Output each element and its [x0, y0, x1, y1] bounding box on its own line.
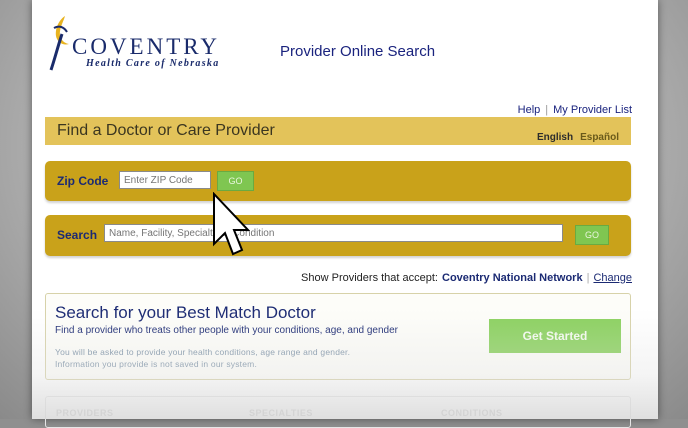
- browse-tabs: PROVIDERS SPECIALTIES CONDITIONS: [45, 396, 631, 428]
- divider: |: [545, 104, 549, 116]
- tab-conditions[interactable]: CONDITIONS: [441, 408, 503, 418]
- best-match-note-line: Information you provide is not saved in …: [55, 359, 258, 369]
- find-provider-header: Find a Doctor or Care Provider English Es…: [45, 117, 631, 145]
- page-container: COVENTRY Health Care of Nebraska Provide…: [32, 0, 658, 428]
- search-go-button[interactable]: GO: [575, 225, 609, 245]
- search-label: Search: [57, 228, 98, 242]
- zip-input[interactable]: [119, 171, 211, 189]
- network-prefix: Show Providers that accept:: [301, 272, 438, 284]
- help-link[interactable]: Help: [518, 104, 541, 116]
- brand-tagline: Health Care of Nebraska: [86, 58, 220, 69]
- best-match-panel: Search for your Best Match Doctor Find a…: [45, 293, 631, 380]
- mouse-pointer-icon: [213, 192, 250, 256]
- tab-specialties[interactable]: SPECIALTIES: [249, 408, 313, 418]
- zip-go-button[interactable]: GO: [217, 171, 254, 191]
- search-input[interactable]: [104, 224, 563, 242]
- divider: |: [586, 272, 590, 284]
- best-match-title: Search for your Best Match Doctor: [55, 303, 316, 322]
- network-filter: Show Providers that accept: Coventry Nati…: [301, 272, 632, 284]
- zip-search-bar: Zip Code GO: [45, 161, 631, 201]
- top-links: Help | My Provider List: [518, 104, 632, 116]
- tab-providers[interactable]: PROVIDERS: [56, 408, 114, 418]
- best-match-note: You will be asked to provide your health…: [55, 346, 350, 370]
- my-provider-list-link[interactable]: My Provider List: [553, 104, 632, 116]
- find-provider-title: Find a Doctor or Care Provider: [57, 122, 275, 139]
- best-match-description: Find a provider who treats other people …: [55, 325, 398, 336]
- coventry-logo-icon: [49, 16, 69, 71]
- get-started-button[interactable]: Get Started: [489, 319, 621, 353]
- language-english-link[interactable]: English: [537, 132, 573, 143]
- brand-name: COVENTRY: [72, 34, 220, 59]
- change-network-link[interactable]: Change: [593, 272, 632, 284]
- network-name: Coventry National Network: [442, 272, 583, 284]
- background: COVENTRY Health Care of Nebraska Provide…: [0, 0, 688, 428]
- page-title: Provider Online Search: [280, 43, 436, 60]
- keyword-search-bar: Search GO: [45, 215, 631, 256]
- zip-label: Zip Code: [57, 174, 109, 188]
- language-switcher: English Español: [537, 132, 619, 143]
- best-match-note-line: You will be asked to provide your health…: [55, 347, 351, 357]
- language-spanish-link[interactable]: Español: [580, 132, 619, 143]
